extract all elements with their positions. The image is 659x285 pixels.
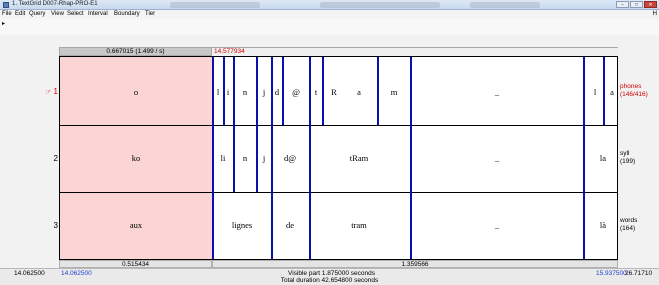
menu-file[interactable]: File xyxy=(2,11,12,17)
interval-label: _ xyxy=(494,87,500,97)
interval-label: m xyxy=(390,87,398,97)
cursor-time: 14.577934 xyxy=(214,48,245,55)
interval-label: j xyxy=(262,87,266,97)
expand-arrow-icon[interactable]: ▸ xyxy=(2,20,5,27)
interval-label: a xyxy=(610,87,614,97)
interval-label: a xyxy=(357,87,361,97)
menu-help[interactable]: H xyxy=(653,11,657,17)
tier-number-1[interactable]: ☞ 1 xyxy=(36,87,58,96)
menu-bar: File Edit Query View Select Interval Bou… xyxy=(0,10,659,19)
tier-separator xyxy=(60,125,617,126)
interval-label: _ xyxy=(494,220,500,230)
interval-label: _ xyxy=(494,153,500,163)
window-title: 1. TextGrid D007-Rhap-PRO-E1 xyxy=(12,1,98,7)
menu-select[interactable]: Select xyxy=(67,11,84,17)
interval-label: l xyxy=(593,87,597,97)
interval-label: de xyxy=(285,220,295,230)
interval-boundary[interactable] xyxy=(223,57,225,125)
interval-label: la xyxy=(599,153,607,163)
menu-query[interactable]: Query xyxy=(29,11,45,17)
interval-boundary[interactable] xyxy=(603,57,605,125)
interval-label: i xyxy=(226,87,230,97)
selection-duration-bar[interactable]: 0.667015 (1.499 / s) xyxy=(59,47,212,56)
interval-label: @ xyxy=(292,87,300,97)
interval-boundary[interactable] xyxy=(322,57,324,125)
menu-boundary[interactable]: Boundary xyxy=(114,11,140,17)
visible-part-bar[interactable]: 14.062500 14.062500 Visible part 1.87500… xyxy=(0,268,659,277)
interval-boundary[interactable] xyxy=(583,57,585,259)
interval-label: ko xyxy=(131,153,141,163)
pointing-hand-icon: ☞ xyxy=(45,89,52,96)
interval-label: n xyxy=(242,153,248,163)
interval-label: d@ xyxy=(283,153,297,163)
interval-boundary[interactable] xyxy=(282,57,284,125)
cursor-time-bar[interactable] xyxy=(212,47,618,56)
interval-boundary[interactable] xyxy=(410,57,412,259)
right-duration-bar[interactable]: 1.359566 xyxy=(212,260,618,268)
interval-boundary[interactable] xyxy=(212,57,214,259)
tier-name-3[interactable]: words (164) xyxy=(620,217,637,233)
selected-duration-bar[interactable]: 0.515434 xyxy=(59,260,212,268)
interval-label: o xyxy=(133,87,139,97)
interval-boundary[interactable] xyxy=(271,57,273,259)
interval-label: R xyxy=(331,87,337,97)
tier-name-1[interactable]: phones (146/416) xyxy=(620,83,648,99)
menu-tier[interactable]: Tier xyxy=(145,11,155,17)
interval-label: t xyxy=(314,87,318,97)
title-bar-blur xyxy=(320,2,440,8)
tier-number-3[interactable]: 3 xyxy=(36,221,58,230)
interval-label: lignes xyxy=(231,220,253,230)
total-duration-bar[interactable]: Total duration 42.654800 seconds xyxy=(0,277,659,285)
textgrid-area[interactable]: o l i n j d @ t R a m _ l a ko li n j d@… xyxy=(59,56,618,260)
interval-label: tRam xyxy=(349,153,369,163)
menu-interval[interactable]: Interval xyxy=(88,11,108,17)
minimize-button[interactable]: − xyxy=(616,1,629,8)
title-bar-blur xyxy=(170,2,260,8)
interval-label: là xyxy=(599,220,607,230)
title-bar: 1. TextGrid D007-Rhap-PRO-E1 − □ ✕ xyxy=(0,0,659,10)
menu-view[interactable]: View xyxy=(51,11,64,17)
maximize-button[interactable]: □ xyxy=(630,1,643,8)
interval-label: n xyxy=(242,87,248,97)
interval-boundary[interactable] xyxy=(256,57,258,192)
interval-label: l xyxy=(216,87,220,97)
tier-name-2[interactable]: syll (199) xyxy=(620,150,635,166)
close-button[interactable]: ✕ xyxy=(644,1,657,8)
interval-label: d xyxy=(274,87,280,97)
interval-boundary[interactable] xyxy=(233,57,235,192)
tier-separator xyxy=(60,192,617,193)
interval-boundary[interactable] xyxy=(377,57,379,125)
interval-label: j xyxy=(262,153,266,163)
tool-row: ▸ xyxy=(0,19,659,35)
interval-label: aux xyxy=(129,220,143,230)
interval-label: li xyxy=(220,153,226,163)
title-bar-blur xyxy=(470,2,540,8)
menu-edit[interactable]: Edit xyxy=(15,11,25,17)
praat-app-icon xyxy=(3,2,9,8)
interval-boundary[interactable] xyxy=(309,57,311,259)
tier-number-2[interactable]: 2 xyxy=(36,154,58,163)
interval-label: tram xyxy=(351,220,367,230)
